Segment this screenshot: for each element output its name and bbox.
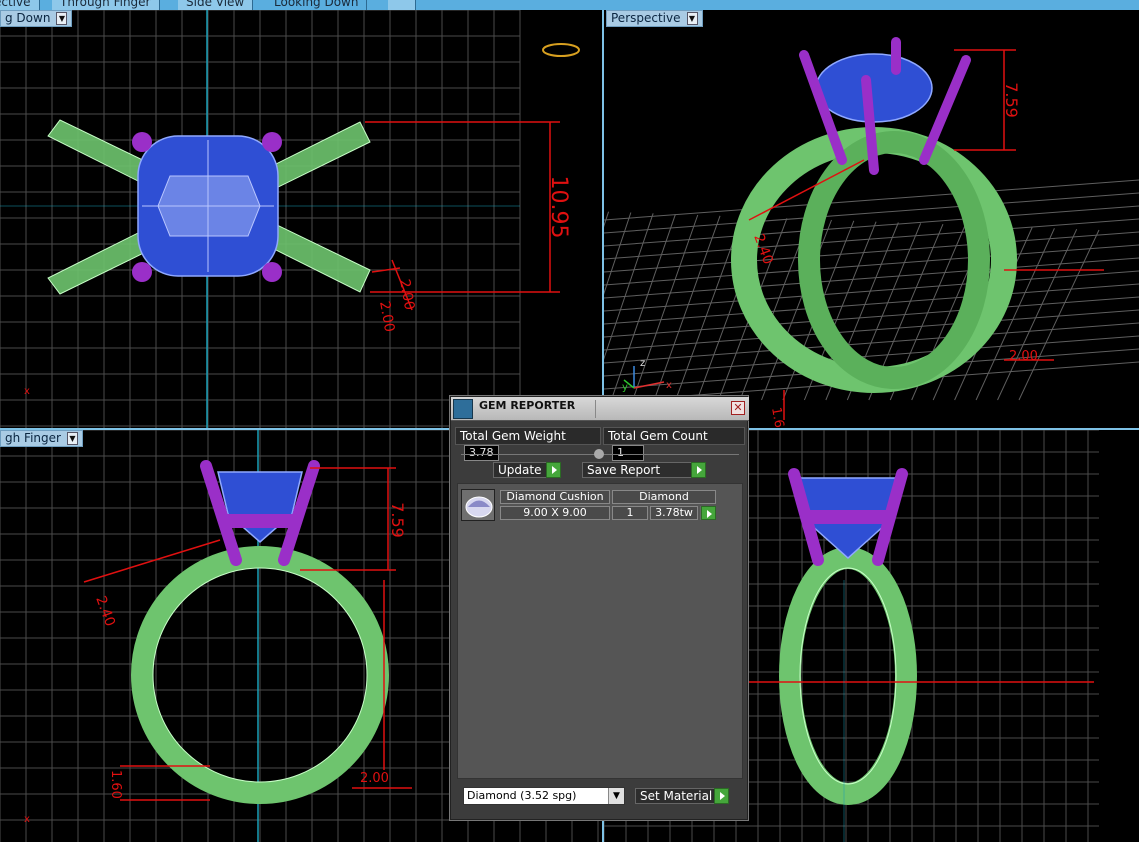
- svg-text:7.59: 7.59: [1002, 82, 1021, 118]
- perspective-scene: 7.59 2.40 2.00 1.60 z x y: [604, 37, 1139, 428]
- material-select[interactable]: Diamond (3.52 spg) ▼: [463, 787, 625, 805]
- gem-reporter-app-icon: [453, 399, 473, 419]
- dim-prong-label: 2.00: [376, 300, 397, 333]
- viewport-label[interactable]: g Down ▼: [0, 10, 73, 27]
- gem-list: Diamond Cushion Diamond 9.00 X 9.00 1 3.…: [457, 483, 743, 779]
- svg-text:x: x: [24, 386, 30, 397]
- axis-gizmo-icon: z x y: [622, 358, 672, 393]
- chevron-up-icon[interactable]: [594, 449, 604, 459]
- looking-down-scene: 10.95 2.00 2.00 x: [0, 10, 580, 428]
- view-tab-bar: ective Through Finger Side View Looking …: [0, 0, 1139, 10]
- tab-perspective[interactable]: ective: [0, 0, 40, 10]
- dim-prong-label: 2.00: [396, 278, 417, 311]
- svg-text:1.60: 1.60: [768, 406, 788, 428]
- ring-front-view: [779, 547, 917, 805]
- svg-text:2.00: 2.00: [360, 771, 389, 786]
- gem-weight-cell[interactable]: 3.78tw: [650, 506, 698, 520]
- chevron-down-icon[interactable]: ▼: [686, 12, 698, 25]
- play-arrow-icon: [701, 506, 716, 520]
- svg-text:z: z: [640, 358, 645, 369]
- tab-side-view[interactable]: Side View: [178, 0, 254, 10]
- collapse-handle[interactable]: [451, 449, 749, 459]
- prong: [262, 262, 282, 282]
- svg-text:7.59: 7.59: [388, 502, 407, 538]
- close-icon[interactable]: ✕: [731, 401, 745, 415]
- total-gem-weight: Total Gem Weight3.78: [455, 427, 601, 461]
- prong: [132, 132, 152, 152]
- chevron-down-icon[interactable]: ▼: [66, 432, 78, 445]
- viewport-label[interactable]: Perspective ▼: [606, 10, 703, 27]
- svg-text:x: x: [666, 380, 672, 391]
- dimension-lines: [365, 121, 560, 311]
- play-arrow-icon: [546, 462, 561, 478]
- svg-text:y: y: [622, 382, 628, 393]
- svg-text:2.00: 2.00: [1009, 349, 1038, 364]
- gem-shape-cell[interactable]: Diamond Cushion: [500, 490, 610, 504]
- chevron-down-icon[interactable]: ▼: [56, 12, 68, 25]
- update-button[interactable]: Update: [493, 462, 561, 478]
- tab-extra[interactable]: [388, 0, 416, 10]
- gem-row-action-button[interactable]: [700, 506, 716, 520]
- viewport-label[interactable]: gh Finger ▼: [0, 430, 83, 447]
- chevron-down-icon[interactable]: ▼: [608, 788, 624, 804]
- dialog-title: GEM REPORTER: [479, 399, 576, 412]
- dialog-titlebar[interactable]: GEM REPORTER ✕: [451, 397, 749, 421]
- save-report-button[interactable]: Save Report: [582, 462, 706, 478]
- gem-perspective: [815, 53, 933, 123]
- play-arrow-icon: [714, 788, 729, 804]
- viewport-looking-down[interactable]: 10.95 2.00 2.00 x g Down ▼: [0, 10, 602, 428]
- prong: [262, 132, 282, 152]
- viewport-perspective[interactable]: 7.59 2.40 2.00 1.60 z x y Perspective ▼: [604, 10, 1139, 428]
- tab-through-finger[interactable]: Through Finger: [52, 0, 160, 10]
- play-arrow-icon: [691, 462, 706, 478]
- total-gem-count: Total Gem Count1: [603, 427, 745, 461]
- svg-text:x: x: [24, 814, 30, 825]
- ring-bands: [731, 127, 1017, 393]
- set-material-button[interactable]: Set Material: [635, 788, 729, 804]
- gem-material-cell[interactable]: Diamond: [612, 490, 716, 504]
- gem-reporter-dialog: GEM REPORTER ✕ Total Gem Weight3.78 Tota…: [450, 396, 749, 820]
- tab-looking-down[interactable]: Looking Down: [266, 0, 368, 10]
- gem-count-cell[interactable]: 1: [612, 506, 648, 520]
- gem-size-cell[interactable]: 9.00 X 9.00: [500, 506, 610, 520]
- orbit-gizmo-icon: [542, 43, 580, 57]
- dim-height-label: 10.95: [546, 176, 571, 239]
- gem-thumbnail-icon[interactable]: [461, 489, 495, 521]
- prong: [132, 262, 152, 282]
- svg-text:2.40: 2.40: [92, 594, 118, 629]
- svg-text:1.60: 1.60: [108, 770, 123, 799]
